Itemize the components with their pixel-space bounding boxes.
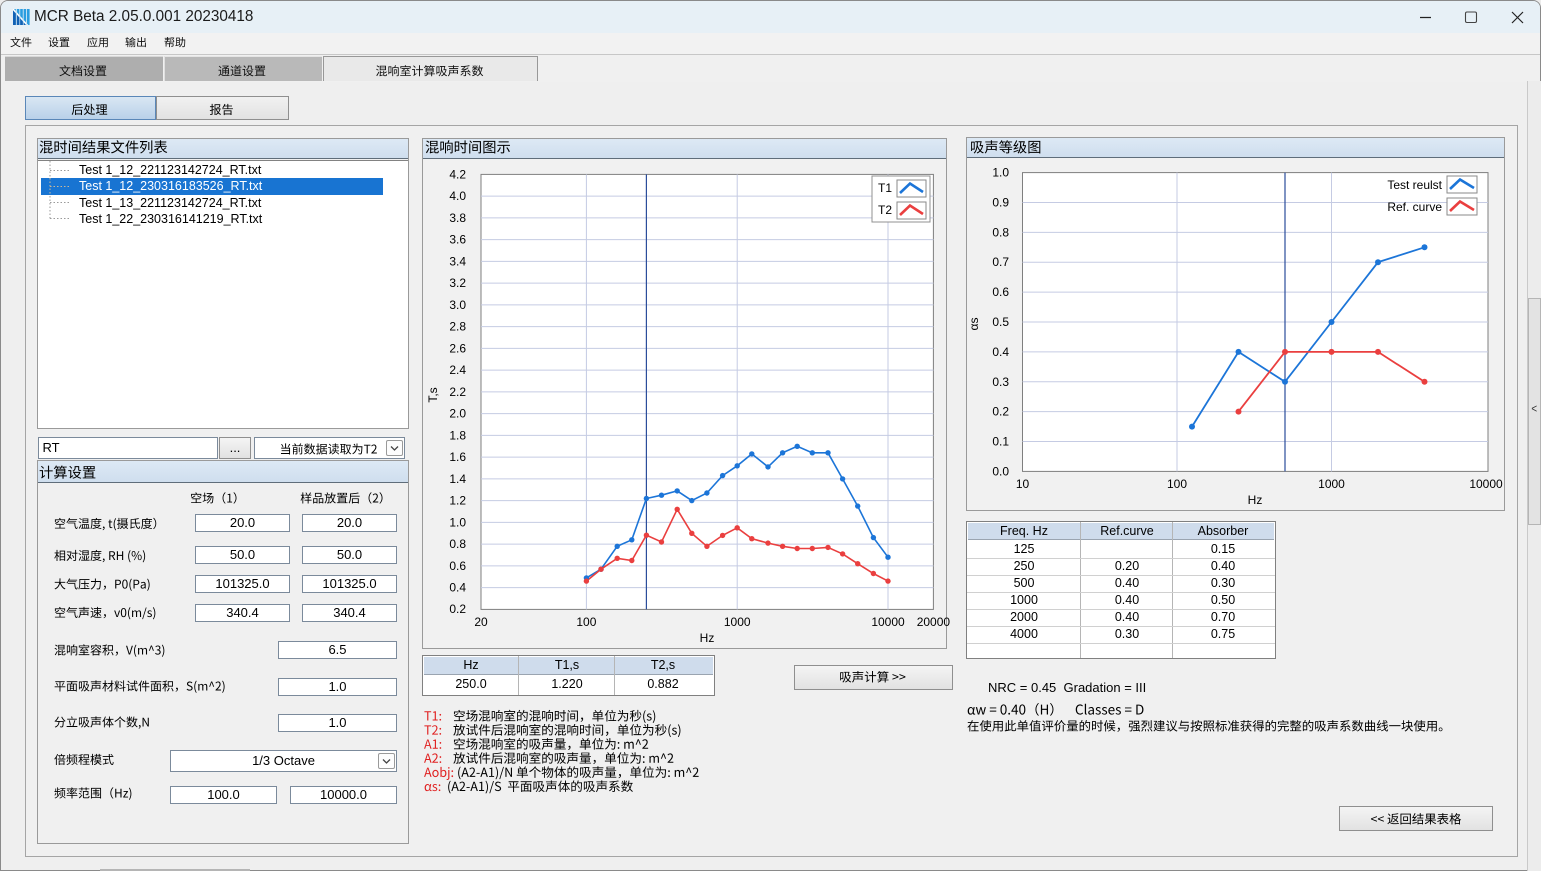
svg-text:2.4: 2.4 — [449, 363, 466, 377]
svg-text:0.6: 0.6 — [449, 559, 466, 573]
svg-text:3.0: 3.0 — [449, 298, 466, 312]
svg-text:0.4: 0.4 — [449, 581, 466, 595]
svg-text:Hz: Hz — [700, 631, 715, 645]
svg-text:Test reulst: Test reulst — [1387, 178, 1442, 192]
svg-text:0.4: 0.4 — [992, 345, 1009, 359]
svg-text:0.8: 0.8 — [449, 537, 466, 551]
svg-text:0.5: 0.5 — [992, 315, 1009, 329]
svg-text:αs: αs — [967, 318, 981, 331]
svg-text:1.2: 1.2 — [449, 494, 466, 508]
svg-text:T1: T1 — [878, 181, 892, 195]
svg-text:0.6: 0.6 — [992, 285, 1009, 299]
svg-text:4.2: 4.2 — [449, 167, 466, 181]
svg-text:1000: 1000 — [724, 615, 751, 629]
svg-text:3.6: 3.6 — [449, 233, 466, 247]
svg-text:0.9: 0.9 — [992, 196, 1009, 210]
svg-text:Ref. curve: Ref. curve — [1387, 200, 1442, 214]
svg-text:4.0: 4.0 — [449, 189, 466, 203]
svg-text:1.4: 1.4 — [449, 472, 466, 486]
svg-text:1.0: 1.0 — [449, 515, 466, 529]
svg-text:1.8: 1.8 — [449, 428, 466, 442]
svg-text:100: 100 — [1167, 477, 1187, 491]
svg-text:20000: 20000 — [917, 615, 951, 629]
svg-text:3.4: 3.4 — [449, 254, 466, 268]
svg-text:2.2: 2.2 — [449, 385, 466, 399]
svg-text:10000: 10000 — [871, 615, 905, 629]
svg-text:0.3: 0.3 — [992, 375, 1009, 389]
svg-text:2.0: 2.0 — [449, 407, 466, 421]
svg-text:10: 10 — [1016, 477, 1030, 491]
svg-text:2.6: 2.6 — [449, 341, 466, 355]
svg-text:10000: 10000 — [1469, 477, 1503, 491]
svg-text:0.8: 0.8 — [992, 225, 1009, 239]
svg-text:1000: 1000 — [1318, 477, 1345, 491]
svg-text:T2: T2 — [878, 203, 892, 217]
svg-text:1.6: 1.6 — [449, 450, 466, 464]
svg-text:20: 20 — [474, 615, 488, 629]
svg-text:0.0: 0.0 — [992, 464, 1009, 478]
svg-text:1.0: 1.0 — [992, 166, 1009, 180]
svg-text:0.1: 0.1 — [992, 435, 1009, 449]
svg-text:100: 100 — [576, 615, 596, 629]
svg-text:0.7: 0.7 — [992, 255, 1009, 269]
svg-text:0.2: 0.2 — [449, 602, 466, 616]
svg-text:0.2: 0.2 — [992, 405, 1009, 419]
svg-text:2.8: 2.8 — [449, 320, 466, 334]
svg-text:Hz: Hz — [1248, 493, 1263, 507]
svg-text:3.8: 3.8 — [449, 211, 466, 225]
svg-text:T,s: T,s — [426, 387, 440, 402]
svg-text:3.2: 3.2 — [449, 276, 466, 290]
